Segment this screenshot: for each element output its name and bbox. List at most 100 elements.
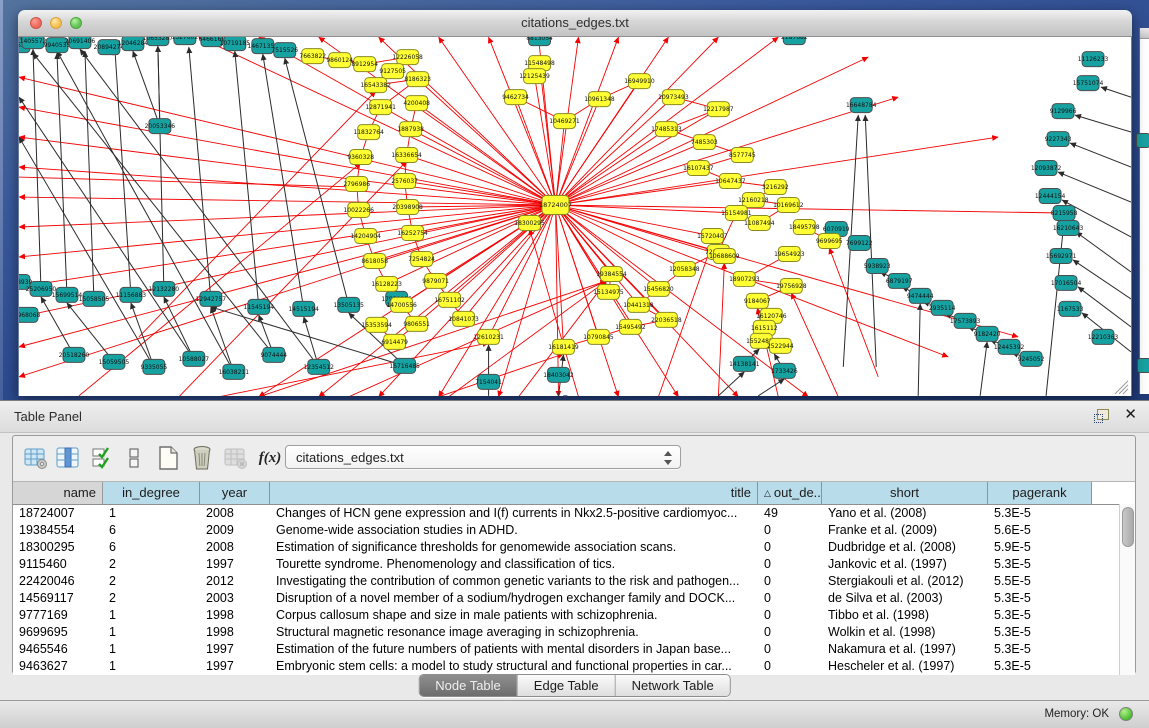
table-cell-name[interactable]: 18300295 <box>13 539 103 556</box>
table-cell-out_degree[interactable]: 0 <box>758 624 822 641</box>
vertical-scrollbar[interactable] <box>1119 504 1135 675</box>
tab-network-table[interactable]: Network Table <box>616 675 730 696</box>
table-cell-name[interactable]: 18724007 <box>13 505 103 522</box>
table-cell-title[interactable]: Investigating the contribution of common… <box>270 573 758 590</box>
background-network-window[interactable] <box>1139 28 1149 394</box>
table-cell-out_degree[interactable]: 0 <box>758 607 822 624</box>
table-cell-short[interactable]: de Silva et al. (2003) <box>822 590 988 607</box>
table-cell-pagerank[interactable]: 5.3E-5 <box>988 607 1092 624</box>
table-cell-year[interactable]: 2008 <box>200 539 270 556</box>
tab-edge-table[interactable]: Edge Table <box>518 675 616 696</box>
table-cell-title[interactable]: Estimation of the future numbers of pati… <box>270 641 758 658</box>
table-cell-year[interactable]: 1998 <box>200 624 270 641</box>
table-cell-short[interactable]: Nakamura et al. (1997) <box>822 641 988 658</box>
table-cell-title[interactable]: Estimation of significance thresholds fo… <box>270 539 758 556</box>
table-cell-in_degree[interactable]: 2 <box>103 590 200 607</box>
table-cell-in_degree[interactable]: 1 <box>103 641 200 658</box>
table-cell-in_degree[interactable]: 6 <box>103 539 200 556</box>
table-cell-year[interactable]: 2012 <box>200 573 270 590</box>
table-cell-pagerank[interactable]: 5.3E-5 <box>988 556 1092 573</box>
table-cell-short[interactable]: Franke et al. (2009) <box>822 522 988 539</box>
table-row[interactable]: 946362711997Embryonic stem cells: a mode… <box>13 658 1135 675</box>
table-cell-title[interactable]: Tourette syndrome. Phenomenology and cla… <box>270 556 758 573</box>
table-cell-name[interactable]: 9777169 <box>13 607 103 624</box>
table-cell-title[interactable]: Genome-wide association studies in ADHD. <box>270 522 758 539</box>
column-checklist-icon[interactable] <box>89 445 115 471</box>
table-cell-in_degree[interactable]: 2 <box>103 573 200 590</box>
table-cell-in_degree[interactable]: 1 <box>103 607 200 624</box>
table-cell-pagerank[interactable]: 5.3E-5 <box>988 641 1092 658</box>
table-row[interactable]: 1456911722003Disruption of a novel membe… <box>13 590 1135 607</box>
table-cell-title[interactable]: Changes of HCN gene expression and I(f) … <box>270 505 758 522</box>
table-cell-out_degree[interactable]: 49 <box>758 505 822 522</box>
table-row[interactable]: 1938455462009Genome-wide association stu… <box>13 522 1135 539</box>
column-header-year[interactable]: year <box>200 482 270 504</box>
table-cell-out_degree[interactable]: 0 <box>758 539 822 556</box>
table-cell-year[interactable]: 2008 <box>200 505 270 522</box>
table-cell-pagerank[interactable]: 5.3E-5 <box>988 624 1092 641</box>
table-row[interactable]: 2242004622012Investigating the contribut… <box>13 573 1135 590</box>
table-cell-pagerank[interactable]: 5.5E-5 <box>988 573 1092 590</box>
delete-table-icon[interactable] <box>223 445 249 471</box>
table-cell-short[interactable]: Tibbo et al. (1998) <box>822 607 988 624</box>
table-cell-short[interactable]: Stergiakouli et al. (2012) <box>822 573 988 590</box>
table-cell-pagerank[interactable]: 5.3E-5 <box>988 505 1092 522</box>
column-header-name[interactable]: name <box>13 482 103 504</box>
table-cell-pagerank[interactable]: 5.3E-5 <box>988 658 1092 675</box>
table-settings-icon[interactable] <box>23 445 49 471</box>
network-canvas[interactable]: 9905378140557299405352069140620894274120… <box>19 37 1131 396</box>
scrollbar-thumb[interactable] <box>1122 507 1134 547</box>
table-cell-out_degree[interactable]: 0 <box>758 573 822 590</box>
table-cell-year[interactable]: 1998 <box>200 607 270 624</box>
table-cell-out_degree[interactable]: 0 <box>758 590 822 607</box>
table-row[interactable]: 969969511998Structural magnetic resonanc… <box>13 624 1135 641</box>
table-cell-pagerank[interactable]: 5.6E-5 <box>988 522 1092 539</box>
table-cell-year[interactable]: 1997 <box>200 556 270 573</box>
table-cell-in_degree[interactable]: 1 <box>103 505 200 522</box>
table-cell-year[interactable]: 1997 <box>200 658 270 675</box>
table-cell-in_degree[interactable]: 1 <box>103 624 200 641</box>
table-cell-short[interactable]: Hescheler et al. (1997) <box>822 658 988 675</box>
table-cell-year[interactable]: 2009 <box>200 522 270 539</box>
function-builder-icon[interactable]: f(x) <box>257 445 283 471</box>
table-cell-name[interactable]: 9465546 <box>13 641 103 658</box>
table-cell-short[interactable]: Wolkin et al. (1998) <box>822 624 988 641</box>
column-header-out_degree[interactable]: △out_de... <box>758 482 822 504</box>
table-cell-title[interactable]: Disruption of a novel member of a sodium… <box>270 590 758 607</box>
table-cell-short[interactable]: Dudbridge et al. (2008) <box>822 539 988 556</box>
row-mode-icon[interactable] <box>121 445 147 471</box>
table-cell-year[interactable]: 2003 <box>200 590 270 607</box>
select-columns-icon[interactable] <box>55 445 81 471</box>
table-cell-out_degree[interactable]: 0 <box>758 641 822 658</box>
tab-node-table[interactable]: Node Table <box>419 675 518 696</box>
column-header-title[interactable]: title <box>270 482 758 504</box>
memory-ok-led-icon[interactable] <box>1119 707 1133 721</box>
column-header-pagerank[interactable]: pagerank <box>988 482 1092 504</box>
table-cell-in_degree[interactable]: 1 <box>103 658 200 675</box>
table-row[interactable]: 977716911998Corpus callosum shape and si… <box>13 607 1135 624</box>
table-cell-title[interactable]: Structural magnetic resonance image aver… <box>270 624 758 641</box>
table-cell-title[interactable]: Corpus callosum shape and size in male p… <box>270 607 758 624</box>
table-cell-in_degree[interactable]: 6 <box>103 522 200 539</box>
table-cell-name[interactable]: 19384554 <box>13 522 103 539</box>
table-cell-out_degree[interactable]: 0 <box>758 556 822 573</box>
table-cell-name[interactable]: 22420046 <box>13 573 103 590</box>
table-cell-short[interactable]: Jankovic et al. (1997) <box>822 556 988 573</box>
column-header-short[interactable]: short <box>822 482 988 504</box>
column-header-in_degree[interactable]: in_degree <box>103 482 200 504</box>
table-cell-in_degree[interactable]: 2 <box>103 556 200 573</box>
table-cell-out_degree[interactable]: 0 <box>758 522 822 539</box>
table-cell-name[interactable]: 9463627 <box>13 658 103 675</box>
delete-column-icon[interactable] <box>189 445 215 471</box>
close-panel-icon[interactable]: ✕ <box>1124 407 1137 423</box>
table-cell-name[interactable]: 14569117 <box>13 590 103 607</box>
table-cell-pagerank[interactable]: 5.3E-5 <box>988 590 1092 607</box>
table-row[interactable]: 1830029562008Estimation of significance … <box>13 539 1135 556</box>
table-selector-dropdown[interactable]: citations_edges.txt <box>285 445 681 469</box>
table-row[interactable]: 1872400712008Changes of HCN gene express… <box>13 505 1135 522</box>
table-row[interactable]: 911546021997Tourette syndrome. Phenomeno… <box>13 556 1135 573</box>
table-cell-pagerank[interactable]: 5.9E-5 <box>988 539 1092 556</box>
table-cell-title[interactable]: Embryonic stem cells: a model to study s… <box>270 658 758 675</box>
table-cell-year[interactable]: 1997 <box>200 641 270 658</box>
table-cell-short[interactable]: Yano et al. (2008) <box>822 505 988 522</box>
